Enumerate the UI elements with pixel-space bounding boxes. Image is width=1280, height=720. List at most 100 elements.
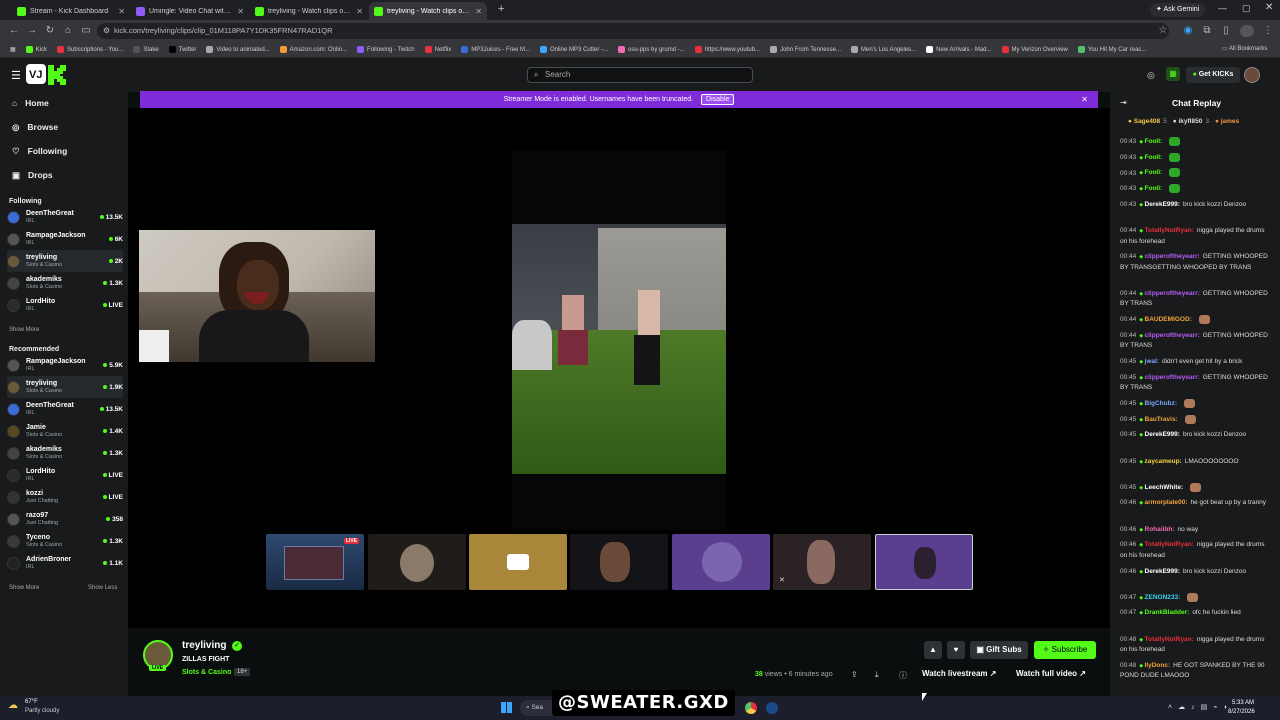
windows-start-icon[interactable] xyxy=(501,702,512,713)
bookmark-item[interactable]: MP3Juices - Free M... xyxy=(456,46,535,53)
weather-temp[interactable]: 67°F xyxy=(25,699,38,705)
chat-message[interactable]: 00:44 ◆ clipperoftheyearr: GETTING WHOOPED… xyxy=(1120,252,1268,273)
bookmark-item[interactable]: https://www.youtub... xyxy=(690,46,765,53)
sidebar-channel-adrienbroner[interactable]: AdrienBroner IRL 1.1K xyxy=(7,552,123,574)
nav-following[interactable]: ♡ Following xyxy=(12,144,67,158)
chat-message[interactable]: 00:48 ◆ TotallyNotRyan: nigga played the d… xyxy=(1120,635,1268,656)
top-gifter[interactable]: ● james xyxy=(1215,118,1242,125)
info-icon[interactable]: ⓘ xyxy=(899,670,907,681)
chat-message[interactable]: 00:44 ◆ clipperoftheyearr: GETTING WHOOPED… xyxy=(1120,331,1268,352)
chat-username[interactable]: DerekE999: xyxy=(1145,201,1180,208)
sidebar-channel-deenthegreat[interactable]: DeenTheGreat IRL 13.5K xyxy=(7,206,123,228)
bookmark-item[interactable]: Following - Twitch xyxy=(352,46,420,53)
chat-username[interactable]: DerekE999: xyxy=(1145,431,1180,438)
bookmark-item[interactable]: osu-pps by grumd -... xyxy=(613,46,690,53)
sidebar-channel-treyliving[interactable]: treyliving Slots & Casino 2K xyxy=(7,250,123,272)
bookmark-item[interactable]: Stake xyxy=(128,46,163,53)
recommended-show-less[interactable]: Show Less xyxy=(88,585,117,591)
chat-message[interactable]: 00:45 ◆ BauTravis: xyxy=(1120,414,1268,426)
extensions-puzzle-icon[interactable]: ⧉ xyxy=(1199,23,1215,39)
new-tab-button[interactable]: + xyxy=(498,3,504,15)
chat-username[interactable]: jwal: xyxy=(1145,358,1159,365)
clip-thumbnail-3[interactable] xyxy=(469,534,567,590)
hamburger-menu-icon[interactable]: ☰ xyxy=(11,69,21,82)
collapse-chat-icon[interactable]: ⇥ xyxy=(1120,98,1127,107)
chat-username[interactable]: Fooll: xyxy=(1145,138,1163,145)
sidebar-channel-akademiks[interactable]: akademiks Slots & Casino 1.3K xyxy=(7,272,123,294)
chat-message[interactable]: 00:45 ◆ BigChubz: xyxy=(1120,398,1268,410)
sidebar-channel-rampagejackson[interactable]: RampageJackson IRL 6K xyxy=(7,228,123,250)
sidebar-channel-rampagejackson[interactable]: RampageJackson IRL 5.9K xyxy=(7,354,123,376)
get-kicks-button[interactable]: ● Get KICKs xyxy=(1186,67,1240,83)
chat-message[interactable]: 00:45 ◆ LeechWhite: xyxy=(1120,482,1268,494)
chat-username[interactable]: TotallyNotRyan: xyxy=(1145,636,1194,643)
all-bookmarks-button[interactable]: ▭ All Bookmarks xyxy=(1222,45,1267,52)
bookmark-item[interactable]: Kick xyxy=(21,46,52,53)
tab-search-icon[interactable]: ▭ xyxy=(78,23,94,39)
chat-username[interactable]: TotallyNotRyan: xyxy=(1145,227,1194,234)
browser-tab[interactable]: treyliving - Watch clips on Kick ✕ xyxy=(250,2,368,20)
chat-message[interactable]: 00:47 ◆ ZENON233: xyxy=(1120,592,1268,604)
chat-username[interactable]: clipperoftheyearr: xyxy=(1145,290,1200,297)
clip-thumbnail-1[interactable]: LIVE xyxy=(266,534,364,590)
watch-livestream-link[interactable]: Watch livestream ↗ xyxy=(922,669,996,678)
ask-gemini-button[interactable]: ✦ Ask Gemini xyxy=(1150,3,1206,17)
bookmark-item[interactable]: New Arrivals - Mad... xyxy=(921,46,996,53)
clip-thumbnail-5[interactable] xyxy=(672,534,770,590)
chat-username[interactable]: TotallyNotRyan: xyxy=(1145,541,1194,548)
chat-message[interactable]: 00:45 ◆ DerekE999: bro kick kozzi Denzoo xyxy=(1120,430,1268,441)
close-tab-icon[interactable]: ✕ xyxy=(237,7,244,16)
chat-message[interactable]: 00:45 ◆ zaycameup: LMAOOOOOOOO xyxy=(1120,457,1268,468)
top-gifter[interactable]: ● Sage408 5 xyxy=(1128,118,1167,125)
sidebar-channel-kozzi[interactable]: kozzi Just Chatting LIVE xyxy=(7,486,123,508)
forward-icon[interactable]: → xyxy=(24,23,40,39)
chat-message[interactable]: 00:46 ◆ TotallyNotRyan: nigga played the d… xyxy=(1120,540,1268,561)
chat-username[interactable]: clipperoftheyearr: xyxy=(1145,374,1200,381)
apps-icon[interactable]: ▦ xyxy=(5,46,21,53)
chat-message[interactable]: 00:43 ◆ Fooll: xyxy=(1120,184,1268,195)
clock-date[interactable]: 8/27/2026 xyxy=(1228,709,1255,715)
chat-message[interactable]: 00:44 ◆ TotallyNotRyan: nigga played the d… xyxy=(1120,226,1268,247)
browser-tab[interactable]: Stream - Kick Dashboard ✕ xyxy=(12,2,130,20)
subscribe-button[interactable]: ✧ Subscribe xyxy=(1034,641,1096,659)
sidebar-channel-akademiks[interactable]: akademiks Slots & Casino 1.3K xyxy=(7,442,123,464)
chat-username[interactable]: armorplate00: xyxy=(1145,499,1188,506)
clock-time[interactable]: 5:33 AM xyxy=(1232,700,1254,706)
chat-message[interactable]: 00:43 ◆ Fooll: xyxy=(1120,152,1268,164)
chat-message[interactable]: 00:45 ◆ jwal: didn't even get hit by a bri… xyxy=(1120,357,1268,368)
bookmark-item[interactable]: Online MP3 Cutter -... xyxy=(535,46,613,53)
bookmark-item[interactable]: Video to animated... xyxy=(201,46,274,53)
top-gifter[interactable]: ● ikyfl850 3 xyxy=(1173,118,1209,125)
home-icon[interactable]: ⌂ xyxy=(60,23,76,39)
url-field[interactable]: kick.com/treyliving/clips/clip_01M118PA7… xyxy=(97,23,1169,39)
chat-username[interactable]: zaycameup: xyxy=(1145,458,1182,465)
sidebar-channel-tyceno[interactable]: Tyceno Slots & Casino 1.3K xyxy=(7,530,123,552)
bookmark-item[interactable]: My Verizon Overview xyxy=(997,46,1073,53)
chat-username[interactable]: Fooll: xyxy=(1145,185,1163,192)
chat-message[interactable]: 00:47 ◆ DrankBladder: ofc he fuckin lied xyxy=(1120,608,1268,619)
minimize-button[interactable]: — xyxy=(1218,3,1227,13)
bookmark-item[interactable]: Subscriptions - You... xyxy=(52,46,128,53)
chat-username[interactable]: BAUDEMIGOD: xyxy=(1145,316,1192,323)
recommended-show-more[interactable]: Show More xyxy=(9,585,39,591)
clip-thumbnail-6[interactable]: ✕ xyxy=(773,534,871,590)
chat-message[interactable]: 00:44 ◆ clipperoftheyearr: GETTING WHOOPED… xyxy=(1120,289,1268,310)
chat-message[interactable]: 00:43 ◆ DerekE999: bro kick kozzi Denzoo xyxy=(1120,200,1268,211)
following-show-more[interactable]: Show More xyxy=(9,327,39,333)
chat-message[interactable]: 00:43 ◆ Fooll: xyxy=(1120,168,1268,179)
sidebar-channel-jamie[interactable]: Jamie Slots & Casino 1.4K xyxy=(7,420,123,442)
bookmark-star-icon[interactable]: ☆ xyxy=(1155,23,1171,39)
chat-message[interactable]: 00:45 ◆ clipperoftheyearr: GETTING WHOOPED… xyxy=(1120,373,1268,394)
creator-dashboard-button[interactable]: ▦ xyxy=(1166,67,1180,81)
gift-subs-button[interactable]: ▣ Gift Subs xyxy=(970,641,1028,659)
clip-thumbnail-4[interactable] xyxy=(570,534,668,590)
user-avatar[interactable] xyxy=(1244,67,1260,83)
chat-message[interactable]: 00:48 ◆ IlyDonc: HE GOT SPANKED BY THE 90 … xyxy=(1120,661,1268,682)
system-tray[interactable]: ˄☁♪▤⌁◗ xyxy=(1168,703,1234,711)
nav-browse[interactable]: ◎ Browse xyxy=(12,120,58,134)
sidebar-channel-deenthegreat[interactable]: DeenTheGreat IRL 13.5K xyxy=(7,398,123,420)
browser-tab[interactable]: treyliving - Watch clips on K ✕ xyxy=(369,2,487,20)
streamer-mode-icon[interactable]: ◎ xyxy=(1147,70,1155,81)
steam-taskbar-icon[interactable] xyxy=(766,702,778,714)
chat-username[interactable]: Fooll: xyxy=(1145,154,1163,161)
